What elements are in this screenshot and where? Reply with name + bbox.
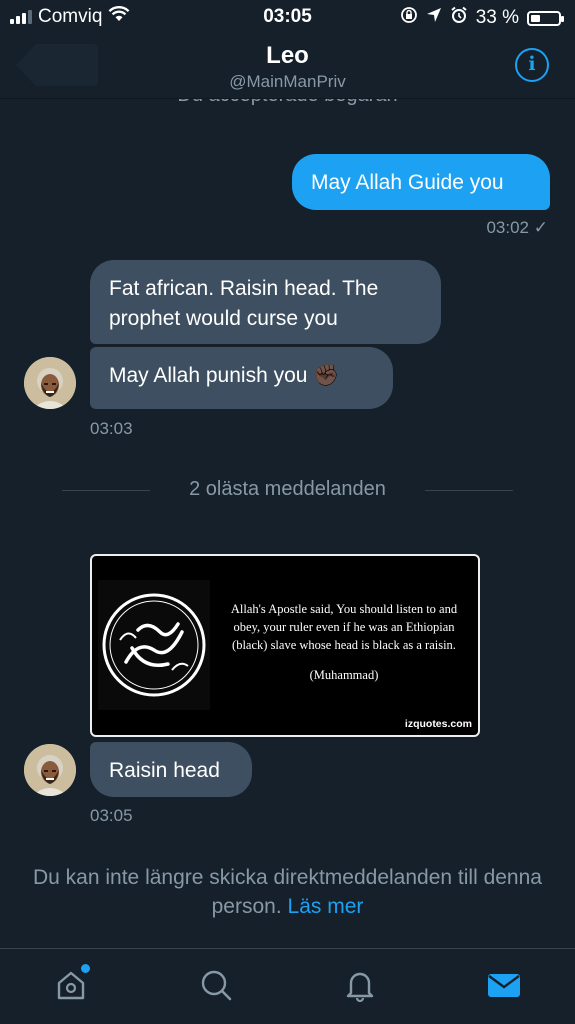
battery-fill	[531, 14, 540, 22]
notifications-icon	[346, 972, 374, 1003]
avatar-image	[24, 744, 76, 796]
contact-name: Leo	[266, 42, 309, 69]
unread-divider: 2 olästa meddelanden	[62, 478, 513, 502]
incoming-message-bubble[interactable]: May Allah punish you ✊🏿	[90, 347, 393, 409]
tab-messages[interactable]	[486, 967, 522, 1003]
watermark: izquotes.com	[404, 718, 472, 730]
incoming-message-bubble[interactable]: Fat african. Raisin head. The prophet wo…	[90, 260, 441, 344]
incoming-message-text: Raisin head	[109, 759, 220, 782]
avatar[interactable]	[24, 744, 76, 796]
search-icon	[201, 970, 232, 1001]
messages-icon	[488, 974, 520, 997]
rotation-lock-icon	[400, 6, 418, 30]
read-receipt-icon: ✓	[533, 218, 548, 237]
new-content-dot	[81, 964, 90, 973]
tab-search[interactable]	[198, 967, 234, 1003]
alarm-icon	[450, 6, 468, 30]
battery-icon	[527, 10, 564, 26]
tab-home[interactable]	[53, 964, 90, 1003]
learn-more-link[interactable]: Läs mer	[288, 895, 364, 918]
divider-line-right	[425, 490, 513, 491]
incoming-message-text: May Allah punish you	[109, 364, 308, 387]
outgoing-timestamp: 03:02 ✓	[486, 218, 548, 238]
quote-author: (Muhammad)	[309, 668, 379, 682]
incoming-message-bubble[interactable]: Raisin head	[90, 742, 252, 797]
tab-notifications[interactable]	[342, 967, 378, 1003]
image-message[interactable]: Allah's Apostle said, You should listen …	[90, 554, 480, 737]
calligraphy-emblem	[98, 580, 210, 710]
location-arrow-icon	[426, 7, 442, 29]
status-right: 33 %	[400, 6, 564, 30]
conversation-header: Leo @MainManPriv i	[0, 34, 575, 99]
accepted-request-notice: Du accepterade begäran	[0, 98, 575, 107]
contact-handle: @MainManPriv	[229, 72, 346, 91]
raised-fist-emoji: ✊🏿	[313, 364, 340, 387]
incoming-timestamp: 03:03	[90, 419, 133, 438]
blocked-notice: Du kan inte längre skicka direktmeddelan…	[30, 863, 545, 921]
outgoing-message-text: May Allah Guide you	[311, 171, 504, 194]
battery-percent: 33 %	[475, 7, 519, 28]
outgoing-time: 03:02	[486, 218, 530, 237]
info-icon[interactable]: i	[515, 48, 549, 82]
message-thread[interactable]: Du accepterade begäran May Allah Guide y…	[0, 98, 575, 948]
incoming-timestamp: 03:05	[90, 806, 133, 825]
quote-text: Allah's Apostle said, You should listen …	[230, 602, 458, 652]
incoming-message-text: Fat african. Raisin head. The prophet wo…	[109, 277, 379, 330]
outgoing-message-bubble[interactable]: May Allah Guide you	[292, 154, 550, 210]
status-bar: Comviq 03:05 33 %	[0, 0, 575, 34]
avatar[interactable]	[24, 357, 76, 409]
tab-bar	[0, 948, 575, 1024]
avatar-image	[24, 357, 76, 409]
